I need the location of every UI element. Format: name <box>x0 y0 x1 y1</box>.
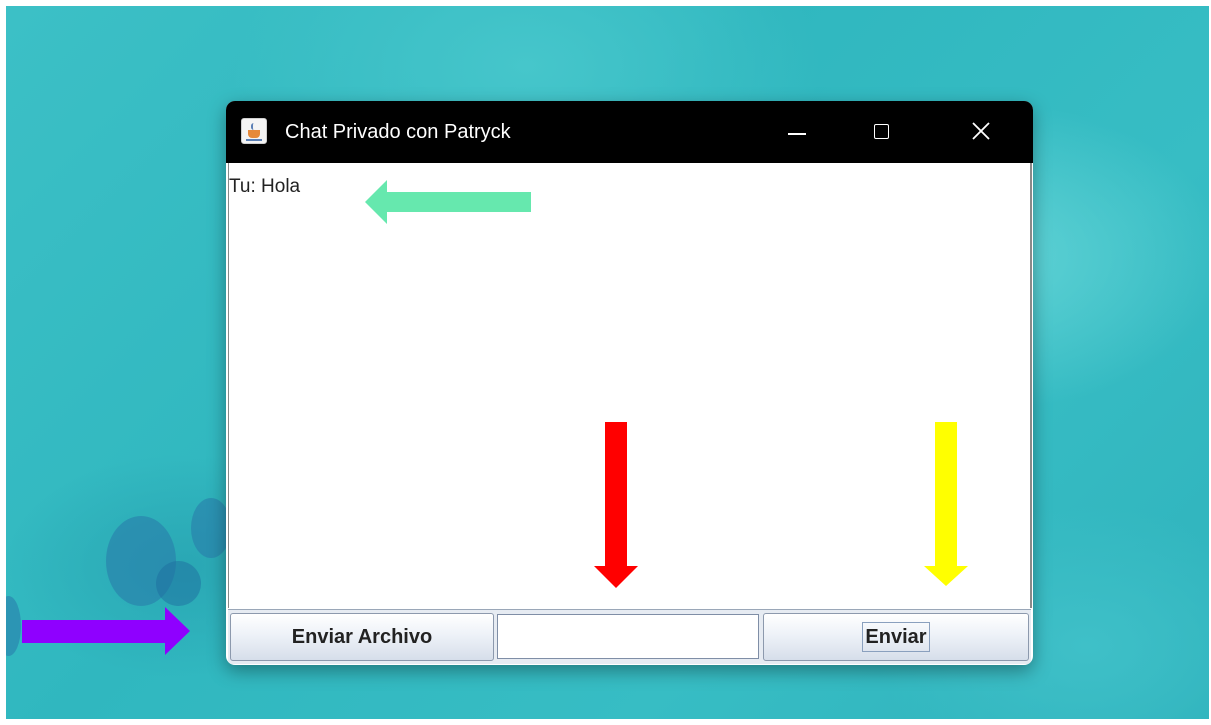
java-cup-icon[interactable] <box>241 118 267 144</box>
wallpaper-blob <box>6 596 21 656</box>
message-input[interactable] <box>497 614 759 659</box>
green-arrow <box>365 180 531 224</box>
send-label: Enviar <box>862 622 930 652</box>
wallpaper-blob <box>156 561 201 606</box>
wallpaper-blob <box>191 498 231 558</box>
minimize-icon <box>788 133 806 135</box>
minimize-button[interactable] <box>768 101 824 163</box>
send-button[interactable]: Enviar <box>763 613 1029 661</box>
chat-message: Tu: Hola <box>229 176 301 197</box>
maximize-icon <box>874 124 889 139</box>
close-button[interactable] <box>953 101 1009 163</box>
yellow-arrow <box>924 422 968 586</box>
purple-arrow <box>22 607 190 655</box>
window-title: Chat Privado con Patryck <box>285 121 511 143</box>
send-file-label: Enviar Archivo <box>291 625 433 648</box>
send-file-button[interactable]: Enviar Archivo <box>230 613 494 661</box>
maximize-button[interactable] <box>854 101 910 163</box>
red-arrow <box>594 422 638 588</box>
title-bar[interactable]: Chat Privado con Patryck <box>226 101 1033 163</box>
close-icon <box>972 122 990 140</box>
input-bar: Enviar Archivo Enviar <box>228 609 1031 664</box>
